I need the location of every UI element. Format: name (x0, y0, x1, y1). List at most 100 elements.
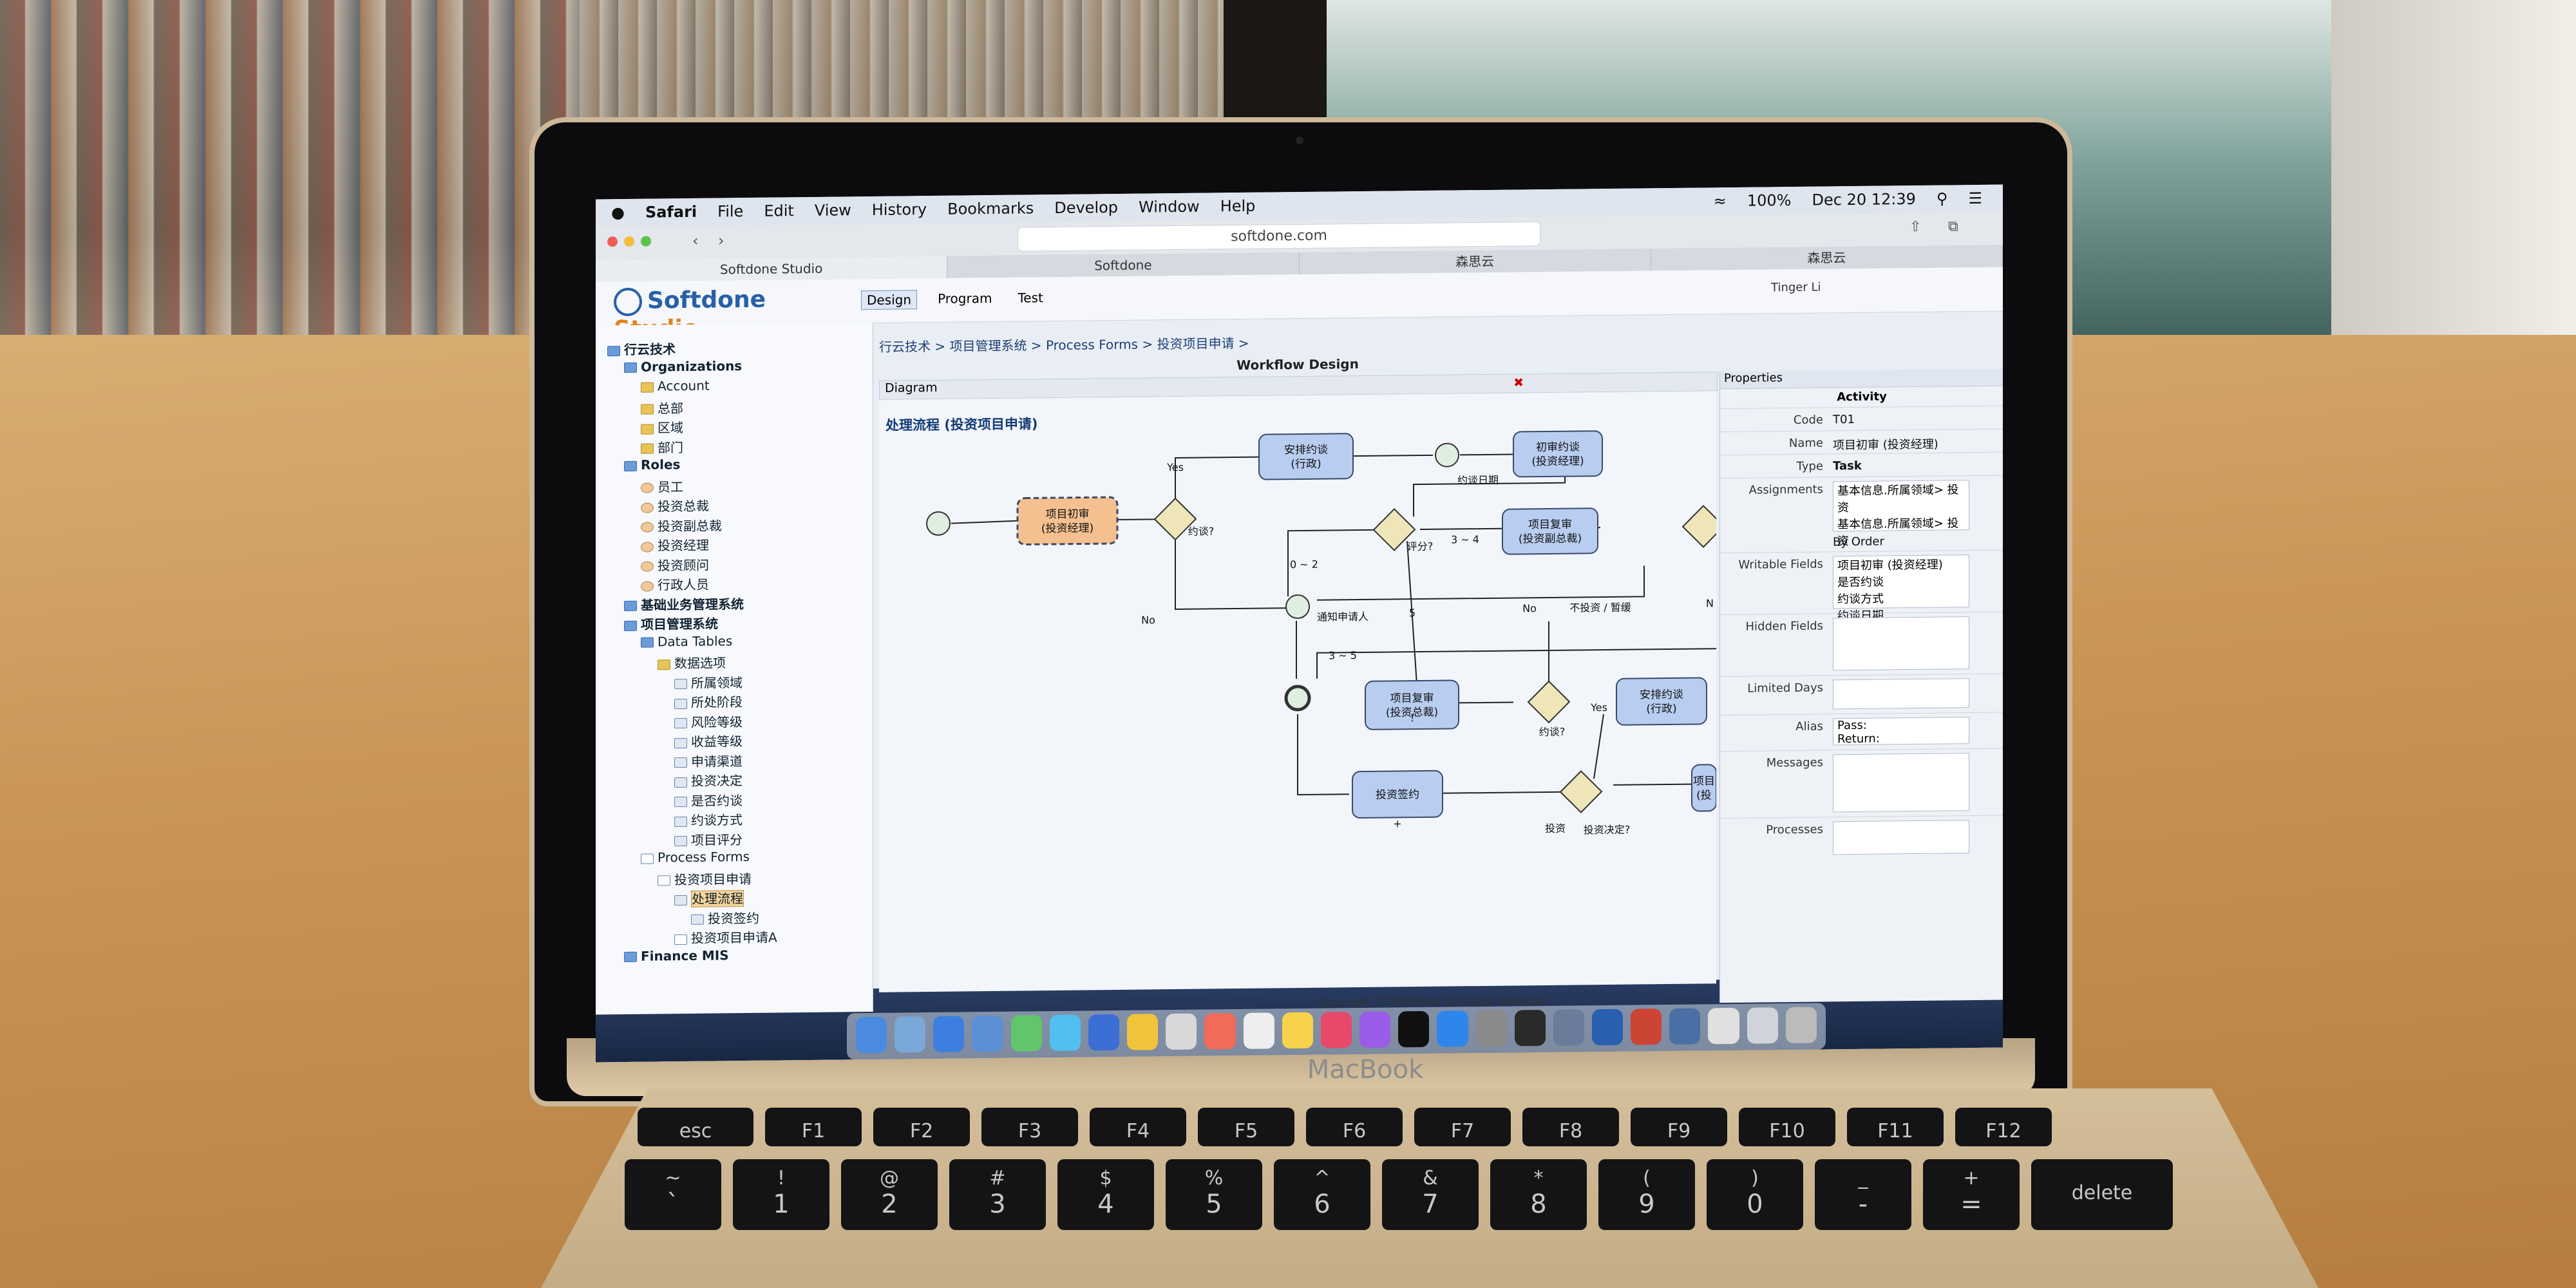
spotlight-icon[interactable]: ⚲ (1937, 189, 1948, 207)
share-icon[interactable]: ⇧ (1909, 219, 1921, 235)
tree-item[interactable]: 投资经理 (641, 535, 709, 554)
tree-item[interactable]: 所属领域 (674, 672, 743, 692)
diagram-tab[interactable]: Diagram (885, 381, 938, 395)
tree-item[interactable]: Process Forms (641, 849, 750, 866)
tree-item[interactable]: 员工 (641, 477, 683, 496)
key[interactable]: F3 (981, 1108, 1078, 1146)
menu-edit[interactable]: Edit (764, 202, 793, 220)
key[interactable]: % 5 (1166, 1159, 1262, 1230)
menu-develop[interactable]: Develop (1054, 198, 1118, 217)
delete-icon[interactable]: ✖ (1513, 375, 1524, 390)
tree-item[interactable]: 申请渠道 (674, 751, 743, 770)
key[interactable]: F8 (1522, 1108, 1619, 1146)
property-field[interactable]: 项目初审 (投资经理) 是否约谈 约谈方式 约谈日期 (1833, 554, 1969, 623)
property-value[interactable]: Task (1833, 459, 1862, 473)
dock-app-icon[interactable] (1010, 1015, 1042, 1052)
property-field[interactable] (1833, 753, 1969, 813)
key[interactable]: F7 (1414, 1108, 1511, 1146)
forward-icon[interactable]: › (718, 231, 724, 249)
tab-softdone[interactable]: Softdone (947, 252, 1300, 278)
key[interactable]: ^ 6 (1274, 1159, 1370, 1230)
tree-item[interactable]: 投资顾问 (641, 554, 709, 574)
key[interactable]: @2 (841, 1159, 938, 1230)
softdone-logo[interactable]: Softdone Studio (614, 286, 826, 343)
dock-app-icon[interactable] (1243, 1012, 1274, 1049)
menu-view[interactable]: View (815, 201, 851, 220)
tabs-overview-icon[interactable]: ⧉ (1948, 218, 1958, 234)
menu-file[interactable]: File (717, 202, 743, 220)
tree-item[interactable]: 投资签约 (691, 907, 759, 927)
tree-item[interactable]: 处理流程 (674, 888, 744, 907)
dock-app-icon[interactable] (1669, 1008, 1701, 1045)
key[interactable]: & 7 (1382, 1159, 1479, 1230)
menu-history[interactable]: History (872, 200, 927, 219)
tree-item[interactable]: Roles (624, 457, 680, 473)
key[interactable]: F1 (765, 1108, 862, 1146)
tree-item[interactable]: 数据选项 (658, 652, 726, 672)
property-field[interactable] (1833, 678, 1969, 710)
dock-app-icon[interactable] (1591, 1009, 1624, 1046)
dock-app-icon[interactable] (972, 1015, 1003, 1052)
user-name[interactable]: Tinger Li (1771, 281, 1821, 295)
tree-item[interactable]: 是否约谈 (674, 790, 743, 810)
close-window-button[interactable] (607, 236, 618, 247)
key[interactable]: * 8 (1490, 1159, 1587, 1230)
dock-app-icon[interactable] (1475, 1010, 1507, 1047)
key[interactable]: F11 (1847, 1108, 1944, 1146)
tab-sensiyun-2[interactable]: 森思云 (1651, 245, 2003, 271)
key[interactable]: ! 1 (733, 1159, 829, 1230)
tree-item[interactable]: Data Tables (641, 633, 732, 649)
key[interactable]: F9 (1631, 1108, 1727, 1146)
zoom-window-button[interactable] (641, 236, 651, 247)
dock-app-icon[interactable] (1514, 1009, 1546, 1046)
tree-item[interactable]: Account (641, 378, 710, 394)
dock-app-icon[interactable] (1204, 1013, 1236, 1050)
tree-item[interactable]: 部门 (641, 437, 683, 457)
dock-app-icon[interactable] (1282, 1012, 1313, 1049)
control-center-icon[interactable]: ☰ (1968, 189, 1982, 207)
key[interactable]: F12 (1955, 1108, 2052, 1146)
key[interactable]: ) 0 (1707, 1159, 1803, 1230)
dock-app-icon[interactable] (1398, 1010, 1430, 1048)
key[interactable]: ~ ` (625, 1159, 721, 1230)
property-field[interactable]: Pass: Return: (1833, 717, 1969, 746)
dock-app-icon[interactable] (1359, 1011, 1391, 1048)
dock-app-icon[interactable] (1708, 1007, 1739, 1045)
breadcrumb[interactable]: 行云技术 > 项目管理系统 > Process Forms > 投资项目申请 > (879, 333, 1249, 355)
tree-item[interactable]: 区域 (641, 417, 683, 437)
tree-item[interactable]: 所处阶段 (674, 692, 743, 711)
dock-app-icon[interactable] (1747, 1007, 1778, 1044)
tab-softdone-studio[interactable]: Softdone Studio (596, 256, 948, 282)
tree-item[interactable]: 投资项目申请A (674, 927, 777, 947)
dock-app-icon[interactable] (856, 1016, 887, 1054)
tree-item[interactable]: 基础业务管理系统 (624, 594, 744, 614)
property-field[interactable] (1833, 820, 1969, 855)
key[interactable]: F4 (1090, 1108, 1186, 1146)
test-tab[interactable]: Test (1012, 289, 1048, 308)
key[interactable]: (9 (1598, 1159, 1695, 1230)
key[interactable]: $4 (1057, 1159, 1154, 1230)
design-tab[interactable]: Design (861, 290, 918, 310)
apple-menu-icon[interactable]: ● (611, 204, 625, 222)
program-tab[interactable]: Program (933, 289, 997, 309)
dock-app-icon[interactable] (1088, 1014, 1120, 1051)
dock-app-icon[interactable] (1127, 1014, 1159, 1050)
tree-item[interactable]: 收益等级 (674, 731, 743, 750)
key[interactable]: + = (1923, 1159, 2020, 1230)
tree-item[interactable]: Organizations (624, 358, 742, 375)
tree-item[interactable]: 行政人员 (641, 574, 709, 594)
diagram-canvas[interactable]: 项目初审 (投资经理) 安排约谈 (行政) 初审约谈 (投资经理) 项目复审 (投资副总裁) 项… (879, 391, 1725, 992)
tree-item[interactable]: 行云技术 (607, 339, 676, 358)
key[interactable]: F10 (1739, 1108, 1835, 1146)
key[interactable]: delete (2031, 1159, 2173, 1230)
tree-item[interactable]: Finance MIS (624, 947, 729, 964)
key[interactable]: F6 (1306, 1108, 1403, 1146)
property-value[interactable]: 项目初审 (投资经理) (1833, 435, 1938, 453)
minimize-window-button[interactable] (624, 236, 634, 247)
key[interactable]: F2 (873, 1108, 970, 1146)
menu-bookmarks[interactable]: Bookmarks (947, 199, 1034, 218)
menubar-clock[interactable]: Dec 20 12:39 (1812, 190, 1916, 209)
dock-app-icon[interactable] (1049, 1014, 1081, 1052)
dock-app-icon[interactable] (895, 1016, 926, 1053)
dock-app-icon[interactable] (933, 1016, 965, 1052)
